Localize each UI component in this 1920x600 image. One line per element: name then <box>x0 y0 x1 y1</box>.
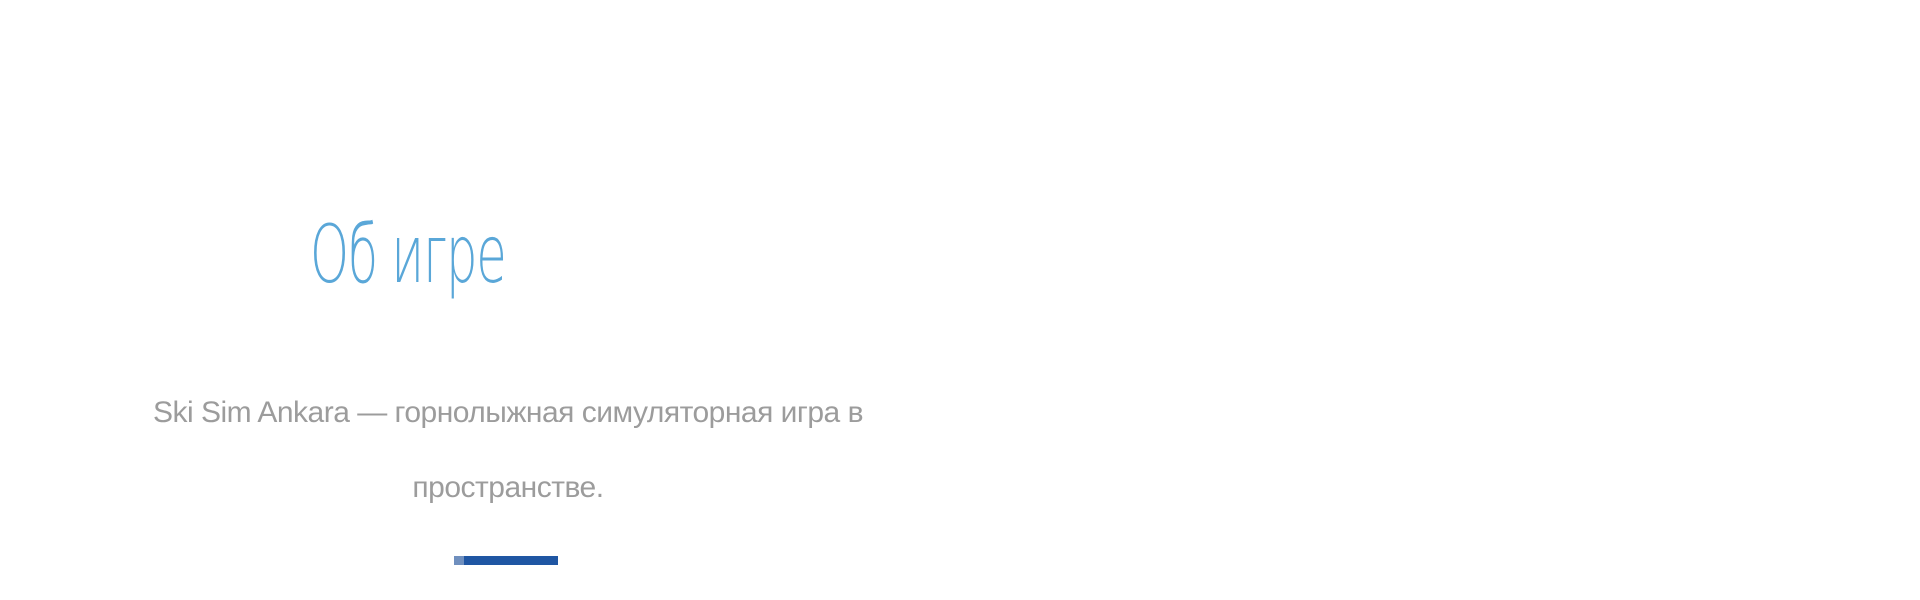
section-accent-underline-cap <box>454 556 464 565</box>
about-title: Об игре <box>310 208 507 301</box>
about-section: Об игре Ski Sim Ankara — горнолыжная сим… <box>0 0 1920 600</box>
about-description: Ski Sim Ankara — горнолыжная симуляторна… <box>152 396 864 504</box>
section-accent-underline <box>454 556 558 565</box>
